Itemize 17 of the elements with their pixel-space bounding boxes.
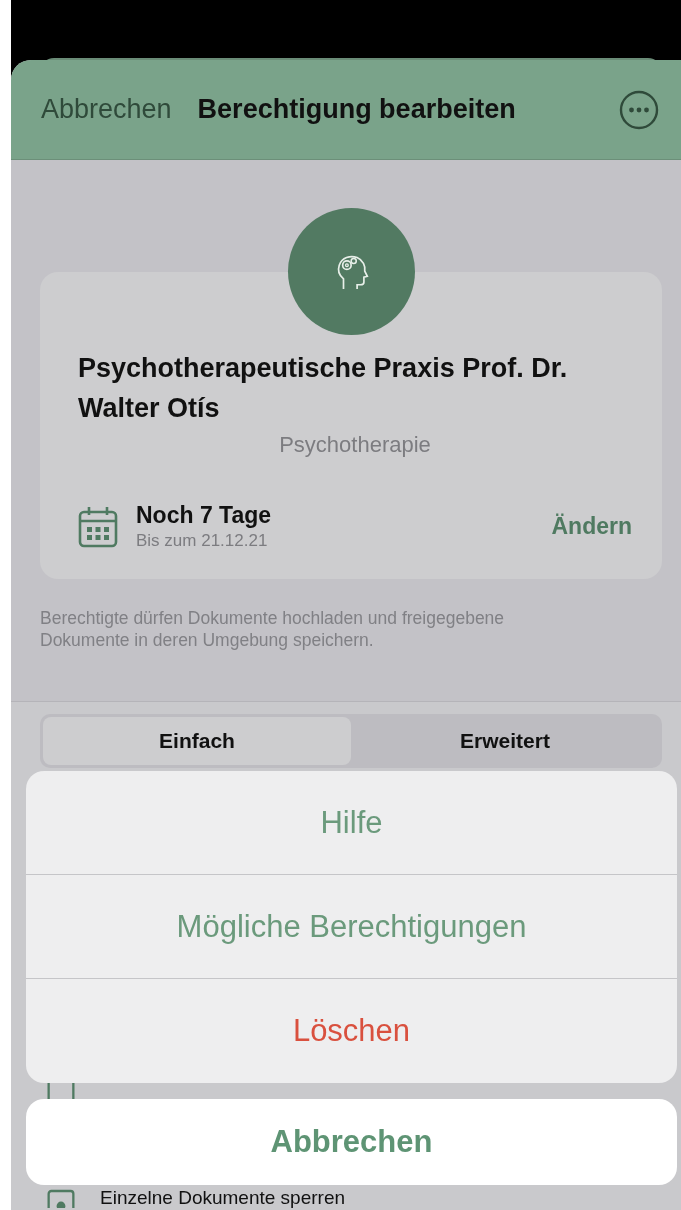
segment-tab[interactable]: Einfach — [43, 717, 351, 765]
provider-name: Psychotherapeutische Praxis Prof. Dr. Walter Otís — [78, 352, 569, 425]
validity-title: Noch 7 Tage — [136, 502, 273, 529]
segment-tab[interactable]: Erweitert — [351, 717, 659, 765]
cancel-link[interactable]: Abbrechen — [41, 94, 172, 125]
more-icon[interactable] — [619, 89, 659, 130]
description-text: Berechtigte dürfen Dokumente hochladen und freigegebene Dokumente in deren Umgebung speichern. — [40, 607, 506, 651]
provider-specialty: Psychotherapie — [278, 432, 432, 458]
list-item-label[interactable]: Einzelne Dokumente sperren — [100, 1188, 346, 1208]
cancel-button[interactable]: Abbrechen — [26, 1099, 677, 1185]
sheet-title: Berechtigung bearbeiten — [197, 94, 517, 125]
action-button[interactable]: Löschen — [26, 979, 677, 1083]
change-link[interactable]: Ändern — [551, 513, 632, 540]
calendar-icon — [78, 505, 118, 548]
validity-date: Bis zum 21.12.21 — [136, 531, 269, 551]
action-button[interactable]: Mögliche Berechtigungen — [26, 875, 677, 979]
action-button[interactable]: Hilfe — [26, 771, 677, 875]
